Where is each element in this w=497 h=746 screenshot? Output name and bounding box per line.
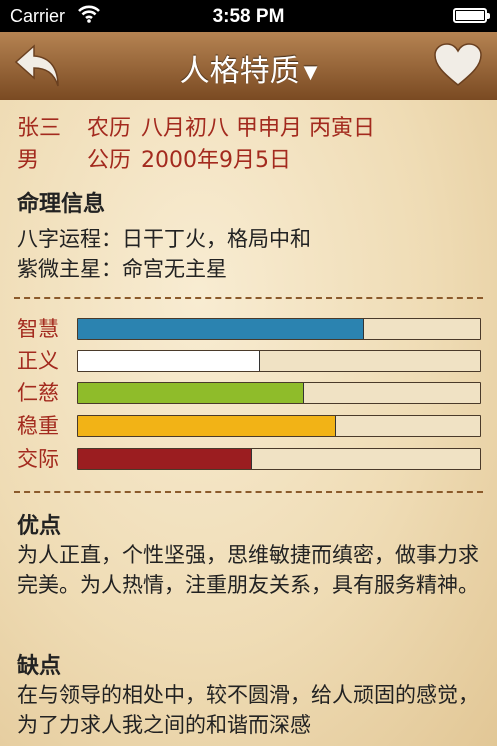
weaknesses-title: 缺点 xyxy=(17,654,62,679)
lunar-row: 张三 农历 八月初八 甲申月 丙寅日 xyxy=(17,110,375,142)
weaknesses-text: 在与领导的相处中，较不圆滑，给人顽固的感觉，为了力求人我之间的和谐而深感 xyxy=(17,683,479,737)
trait-bar xyxy=(77,448,481,470)
trait-bar xyxy=(77,382,481,404)
content-area[interactable]: 张三 农历 八月初八 甲申月 丙寅日 男 公历 2000年9月5日 命理信息 八字运程：… xyxy=(0,100,497,746)
trait-bar xyxy=(77,415,481,437)
status-bar: Carrier 3:58 PM xyxy=(0,0,497,32)
lunar-label: 农历 xyxy=(87,116,132,141)
chevron-down-icon: ▼ xyxy=(303,62,318,83)
trait-label: 仁慈 xyxy=(17,381,59,405)
trait-row: 交际 xyxy=(17,446,483,472)
trait-row: 正义 xyxy=(17,348,483,374)
trait-label: 稳重 xyxy=(17,414,59,438)
person-name: 张三 xyxy=(17,116,62,141)
favorite-button[interactable] xyxy=(433,42,483,88)
trait-label: 智慧 xyxy=(17,317,59,341)
navigation-bar: 人格特质 ▼ xyxy=(0,32,497,100)
person-gender: 男 xyxy=(17,148,40,173)
trait-bar-fill xyxy=(78,449,252,469)
divider xyxy=(14,297,483,299)
title-dropdown[interactable]: 人格特质 ▼ xyxy=(0,46,497,90)
trait-label: 正义 xyxy=(17,349,59,373)
trait-row: 仁慈 xyxy=(17,380,483,406)
trait-bar-fill xyxy=(78,383,305,403)
solar-row: 男 公历 2000年9月5日 xyxy=(17,142,291,174)
trait-label: 交际 xyxy=(17,447,59,471)
trait-bar xyxy=(77,318,481,340)
lunar-date: 八月初八 甲申月 丙寅日 xyxy=(141,116,376,141)
solar-date: 2000年9月5日 xyxy=(141,148,291,173)
clock: 3:58 PM xyxy=(212,6,285,27)
solar-label: 公历 xyxy=(87,148,132,173)
strengths-text: 为人正直，个性坚强，思维敏捷而缜密，做事力求完美。为人热情，注重朋友关系，具有服… xyxy=(17,543,479,597)
divider xyxy=(14,491,483,493)
trait-bar-fill xyxy=(78,319,365,339)
trait-row: 智慧 xyxy=(17,316,483,342)
fate-info-line: 八字运程：日干丁火，格局中和 xyxy=(17,227,311,251)
page-title: 人格特质 xyxy=(179,54,300,89)
trait-bar-fill xyxy=(78,416,337,436)
trait-bar xyxy=(77,350,481,372)
heart-icon xyxy=(434,43,482,86)
strengths-title: 优点 xyxy=(17,514,62,539)
battery-icon xyxy=(453,8,490,23)
trait-row: 稳重 xyxy=(17,413,483,439)
trait-bar-fill xyxy=(78,351,260,371)
fate-info-line: 紫微主星：命宫无主星 xyxy=(17,257,227,281)
fate-info-title: 命理信息 xyxy=(17,192,106,217)
